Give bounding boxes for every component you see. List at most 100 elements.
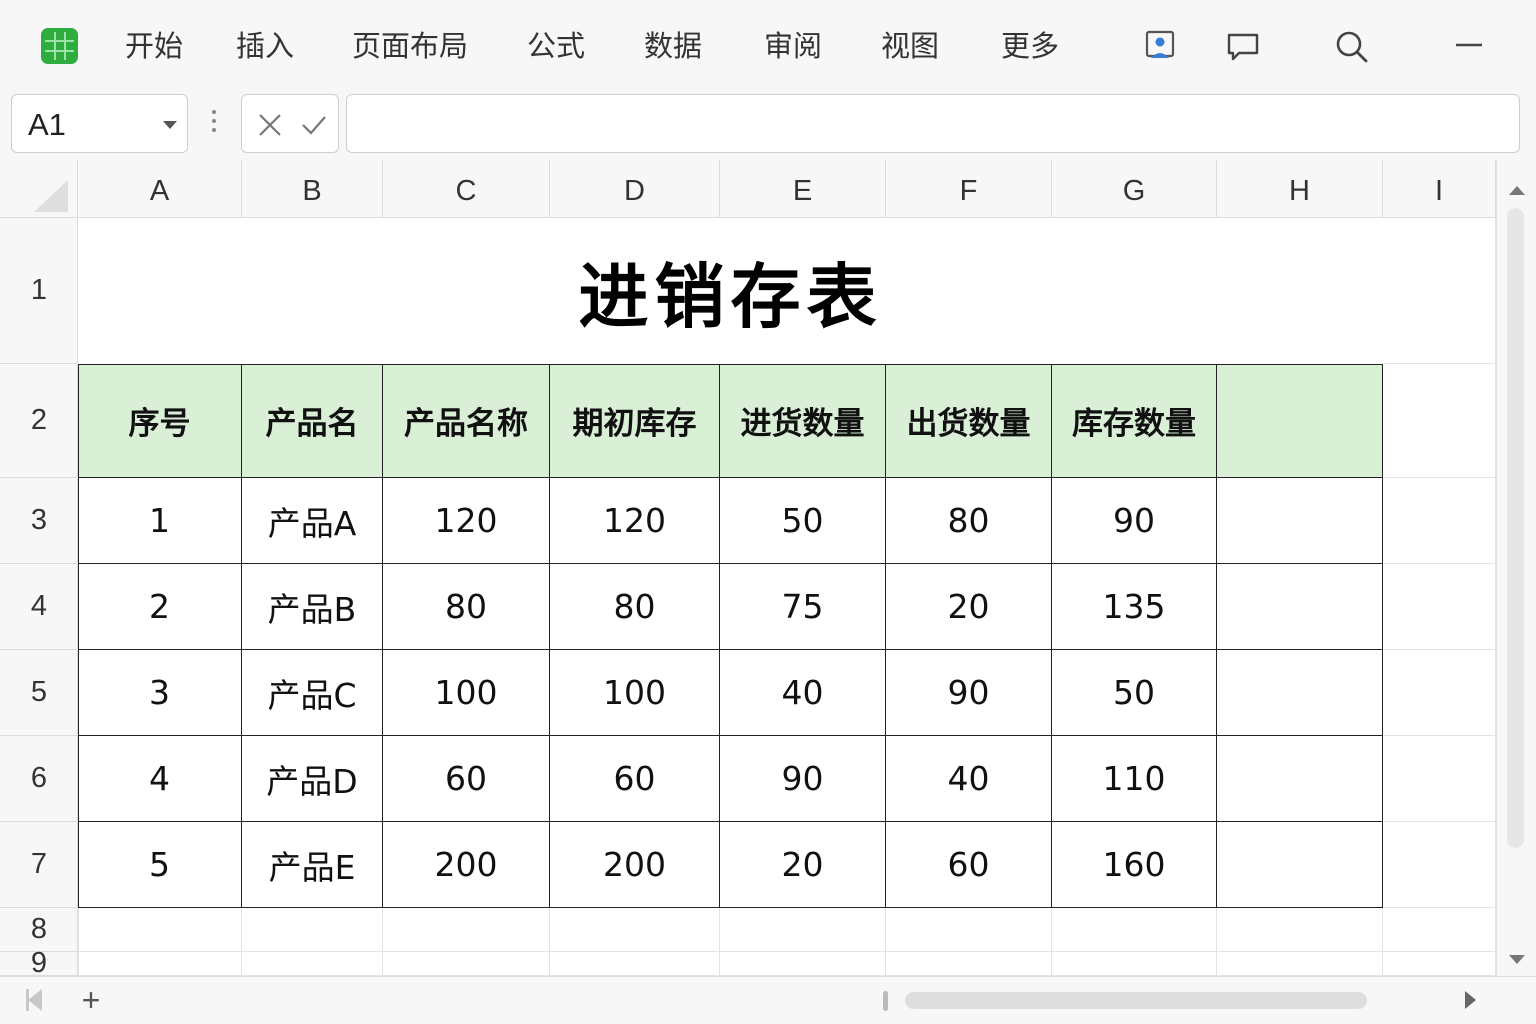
search-icon[interactable] [1332,27,1370,65]
title-cell[interactable]: 进销存表 [78,218,1383,364]
name-box[interactable]: A1 [11,94,188,153]
table-header-cell[interactable]: 产品名 [242,364,383,478]
sheet-grid[interactable]: 进销存表 序号 产品名 产品名称 期初库存 进货数量 出货数量 库存数量 1 产品A 120 120… [78,218,1496,976]
menu-data[interactable]: 数据 [644,28,702,64]
menu-review[interactable]: 审阅 [764,28,822,64]
table-cell[interactable]: 75 [720,564,886,650]
horizontal-scroll-thumb[interactable] [905,992,1367,1009]
table-cell[interactable]: 100 [383,650,550,736]
prev-sheet-icon[interactable] [28,989,42,1011]
table-cell[interactable]: 3 [78,650,242,736]
menu-view[interactable]: 视图 [881,28,939,64]
row-header-1[interactable]: 1 [0,218,77,364]
row-header-8[interactable]: 8 [0,908,77,952]
menu-formulas[interactable]: 公式 [527,28,585,64]
formula-input[interactable] [346,94,1520,153]
scroll-left-icon[interactable] [883,991,888,1011]
column-header-a[interactable]: A [78,160,242,218]
table-cell[interactable]: 100 [550,650,720,736]
select-all-corner[interactable] [0,160,78,218]
table-header-cell[interactable]: 出货数量 [886,364,1052,478]
table-cell[interactable]: 4 [78,736,242,822]
table-cell[interactable]: 40 [886,736,1052,822]
collab-icon[interactable] [1141,27,1179,65]
table-header-cell[interactable]: 产品名称 [383,364,550,478]
column-header-d[interactable]: D [550,160,720,218]
table-cell[interactable]: 200 [383,822,550,908]
table-cell[interactable]: 1 [78,478,242,564]
menu-insert[interactable]: 插入 [236,28,294,64]
table-cell[interactable]: 5 [78,822,242,908]
cancel-icon[interactable] [256,111,284,139]
table-cell[interactable]: 80 [886,478,1052,564]
table-cell[interactable]: 产品C [242,650,383,736]
table-cell[interactable] [1217,736,1383,822]
spreadsheet-app-icon[interactable] [41,28,78,64]
table-header-cell[interactable]: 库存数量 [1052,364,1217,478]
table-cell[interactable]: 产品B [242,564,383,650]
row-header-3[interactable]: 3 [0,478,77,564]
chevron-down-icon[interactable] [163,121,177,129]
table-cell[interactable]: 60 [383,736,550,822]
table-cell[interactable]: 120 [383,478,550,564]
table-cell[interactable]: 160 [1052,822,1217,908]
scroll-down-icon[interactable] [1509,955,1525,964]
column-header-c[interactable]: C [383,160,550,218]
table-cell[interactable]: 90 [720,736,886,822]
table-cell[interactable]: 20 [886,564,1052,650]
table-header-cell[interactable]: 期初库存 [550,364,720,478]
table-cell[interactable]: 200 [550,822,720,908]
table-cell[interactable]: 80 [550,564,720,650]
formula-actions [241,94,339,153]
confirm-icon[interactable] [300,111,328,139]
table-header-cell[interactable]: 序号 [78,364,242,478]
table-cell[interactable] [1217,478,1383,564]
table-cell[interactable]: 20 [720,822,886,908]
column-header-g[interactable]: G [1052,160,1217,218]
menu-home[interactable]: 开始 [125,28,183,64]
comment-icon[interactable] [1224,27,1262,65]
table-cell[interactable]: 产品E [242,822,383,908]
row-header-7[interactable]: 7 [0,822,77,908]
table-cell[interactable]: 产品A [242,478,383,564]
scroll-up-icon[interactable] [1509,186,1525,195]
menu-page-layout[interactable]: 页面布局 [352,28,468,64]
column-header-h[interactable]: H [1217,160,1383,218]
vertical-scrollbar[interactable] [1496,160,1536,976]
row-header-4[interactable]: 4 [0,564,77,650]
table-cell[interactable]: 60 [550,736,720,822]
minimize-icon[interactable] [1450,27,1488,65]
table-cell[interactable]: 120 [550,478,720,564]
row-header-6[interactable]: 6 [0,736,77,822]
table-cell[interactable]: 40 [720,650,886,736]
table-cell[interactable]: 90 [1052,478,1217,564]
table-cell[interactable]: 50 [1052,650,1217,736]
column-header-e[interactable]: E [720,160,886,218]
table-cell[interactable]: 110 [1052,736,1217,822]
row-header-9[interactable]: 9 [0,947,77,976]
table-cell[interactable] [1217,822,1383,908]
table-cell[interactable]: 135 [1052,564,1217,650]
table-cell[interactable] [1217,564,1383,650]
column-header-i[interactable]: I [1383,160,1496,218]
name-box-value: A1 [28,107,66,142]
row-header-2[interactable]: 2 [0,364,77,478]
table-cell[interactable]: 60 [886,822,1052,908]
scroll-right-icon[interactable] [1465,991,1476,1009]
vertical-scroll-thumb[interactable] [1507,208,1524,848]
more-vertical-icon[interactable] [212,110,218,136]
table-cell[interactable]: 2 [78,564,242,650]
table-cell[interactable]: 80 [383,564,550,650]
table-header-cell[interactable] [1217,364,1383,478]
table-header-cell[interactable]: 进货数量 [720,364,886,478]
table-cell[interactable]: 产品D [242,736,383,822]
column-header-f[interactable]: F [886,160,1052,218]
column-header-b[interactable]: B [242,160,383,218]
menu-more[interactable]: 更多 [1001,28,1059,64]
table-cell[interactable]: 50 [720,478,886,564]
add-sheet-button[interactable]: + [78,981,104,1019]
menu-bar: 开始 插入 页面布局 公式 数据 审阅 视图 更多 [0,0,1536,90]
row-header-5[interactable]: 5 [0,650,77,736]
table-cell[interactable] [1217,650,1383,736]
table-cell[interactable]: 90 [886,650,1052,736]
